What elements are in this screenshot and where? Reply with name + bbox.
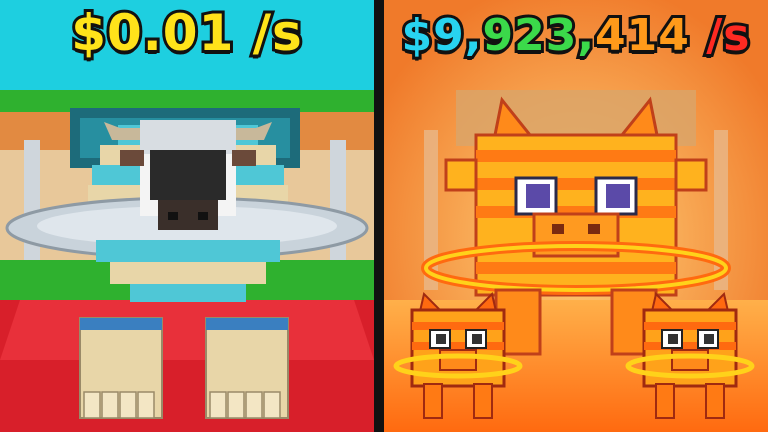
left-rate-text: $0.01 /s — [68, 1, 305, 65]
panel-divider — [374, 0, 384, 432]
big-pig-nostril-left — [552, 224, 564, 234]
right-rate-part-4: /s — [689, 7, 752, 64]
right-rate-text: $9,923,414 /s — [384, 7, 768, 64]
bull-body-band-5 — [96, 240, 280, 262]
bull-leg-left-cuff — [80, 318, 162, 330]
bull-nostril-right — [198, 212, 208, 220]
bull-ear-right — [232, 150, 256, 166]
bull-body-band-6 — [110, 262, 266, 284]
right-rate-part-2: 923, — [479, 7, 597, 64]
big-pig-nostril-right — [588, 224, 600, 234]
left-panel-cheap-creature: $0.01 /s — [0, 0, 374, 432]
left-scene — [0, 0, 374, 432]
big-pig-side-ear-left — [444, 158, 478, 192]
big-pig-side-ear-right — [674, 158, 708, 192]
bull-ear-left — [120, 150, 144, 166]
right-rate-part-1: $9, — [399, 7, 485, 64]
bull-snout — [158, 200, 218, 230]
thumbnail-frame: $0.01 /s $9,923,414 /s — [0, 0, 768, 432]
bull-nostril-left — [168, 212, 178, 220]
big-pig-pupil-right — [606, 184, 630, 208]
right-panel-rich-creature: $9,923,414 /s — [384, 0, 768, 432]
bull-face-dark — [150, 150, 226, 200]
bull-head-top — [140, 120, 236, 154]
right-rate-part-3: 414 — [592, 7, 692, 64]
left-floor-highlight — [0, 300, 374, 360]
bull-body-band-7 — [130, 284, 246, 302]
bull-leg-right-cuff — [206, 318, 288, 330]
right-scene — [384, 0, 768, 432]
big-pig-pupil-left — [526, 184, 550, 208]
